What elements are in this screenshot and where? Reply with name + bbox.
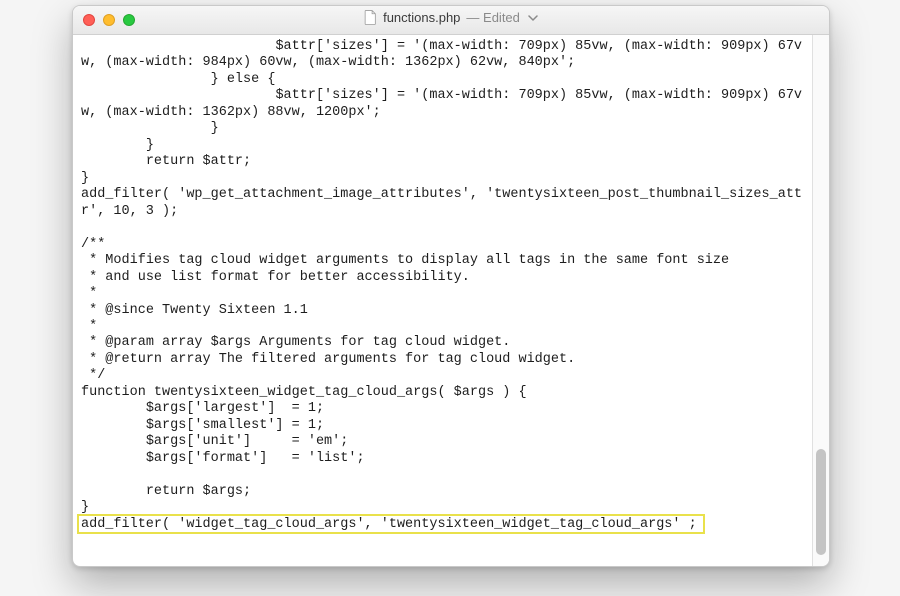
code-line[interactable]: $attr['sizes'] = '(max-width: 709px) 85v…: [81, 88, 804, 121]
code-line[interactable]: * and use list format for better accessi…: [81, 270, 804, 286]
code-line[interactable]: * @param array $args Arguments for tag c…: [81, 335, 804, 351]
code-line[interactable]: add_filter( 'wp_get_attachment_image_att…: [81, 187, 804, 220]
title-status: — Edited: [466, 10, 519, 25]
code-line[interactable]: */: [81, 368, 804, 384]
code-line[interactable]: $attr['sizes'] = '(max-width: 709px) 85v…: [81, 39, 804, 72]
code-line[interactable]: /**: [81, 237, 804, 253]
code-line[interactable]: $args['format'] = 'list';: [81, 451, 804, 467]
code-line[interactable]: * Modifies tag cloud widget arguments to…: [81, 253, 804, 269]
scroll-thumb[interactable]: [816, 449, 826, 555]
code-line[interactable]: [81, 220, 804, 236]
titlebar[interactable]: functions.php — Edited: [73, 6, 829, 35]
code-line[interactable]: } else {: [81, 72, 804, 88]
close-icon[interactable]: [83, 14, 95, 26]
code-editor[interactable]: $attr['sizes'] = '(max-width: 709px) 85v…: [73, 35, 812, 566]
code-line[interactable]: }: [81, 138, 804, 154]
code-line[interactable]: }: [81, 171, 804, 187]
editor-window: functions.php — Edited $attr['sizes'] = …: [72, 5, 830, 567]
title-filename: functions.php: [383, 10, 460, 25]
code-line[interactable]: *: [81, 319, 804, 335]
code-line[interactable]: $args['unit'] = 'em';: [81, 434, 804, 450]
code-line[interactable]: return $attr;: [81, 154, 804, 170]
content-area: $attr['sizes'] = '(max-width: 709px) 85v…: [73, 35, 829, 566]
title-dropdown[interactable]: functions.php — Edited: [364, 10, 538, 25]
code-line[interactable]: * @since Twenty Sixteen 1.1: [81, 303, 804, 319]
chevron-down-icon: [528, 13, 538, 23]
code-line[interactable]: *: [81, 286, 804, 302]
code-line[interactable]: [81, 467, 804, 483]
maximize-icon[interactable]: [123, 14, 135, 26]
code-line[interactable]: function twentysixteen_widget_tag_cloud_…: [81, 385, 804, 401]
code-line[interactable]: $args['largest'] = 1;: [81, 401, 804, 417]
window-controls: [73, 14, 135, 26]
code-line[interactable]: $args['smallest'] = 1;: [81, 418, 804, 434]
code-line[interactable]: * @return array The filtered arguments f…: [81, 352, 804, 368]
code-line[interactable]: }: [81, 500, 804, 516]
code-line[interactable]: return $args;: [81, 484, 804, 500]
code-line[interactable]: }: [81, 121, 804, 137]
vertical-scrollbar[interactable]: [812, 35, 829, 566]
code-line[interactable]: add_filter( 'widget_tag_cloud_args', 'tw…: [81, 517, 804, 533]
minimize-icon[interactable]: [103, 14, 115, 26]
document-icon: [364, 10, 377, 25]
